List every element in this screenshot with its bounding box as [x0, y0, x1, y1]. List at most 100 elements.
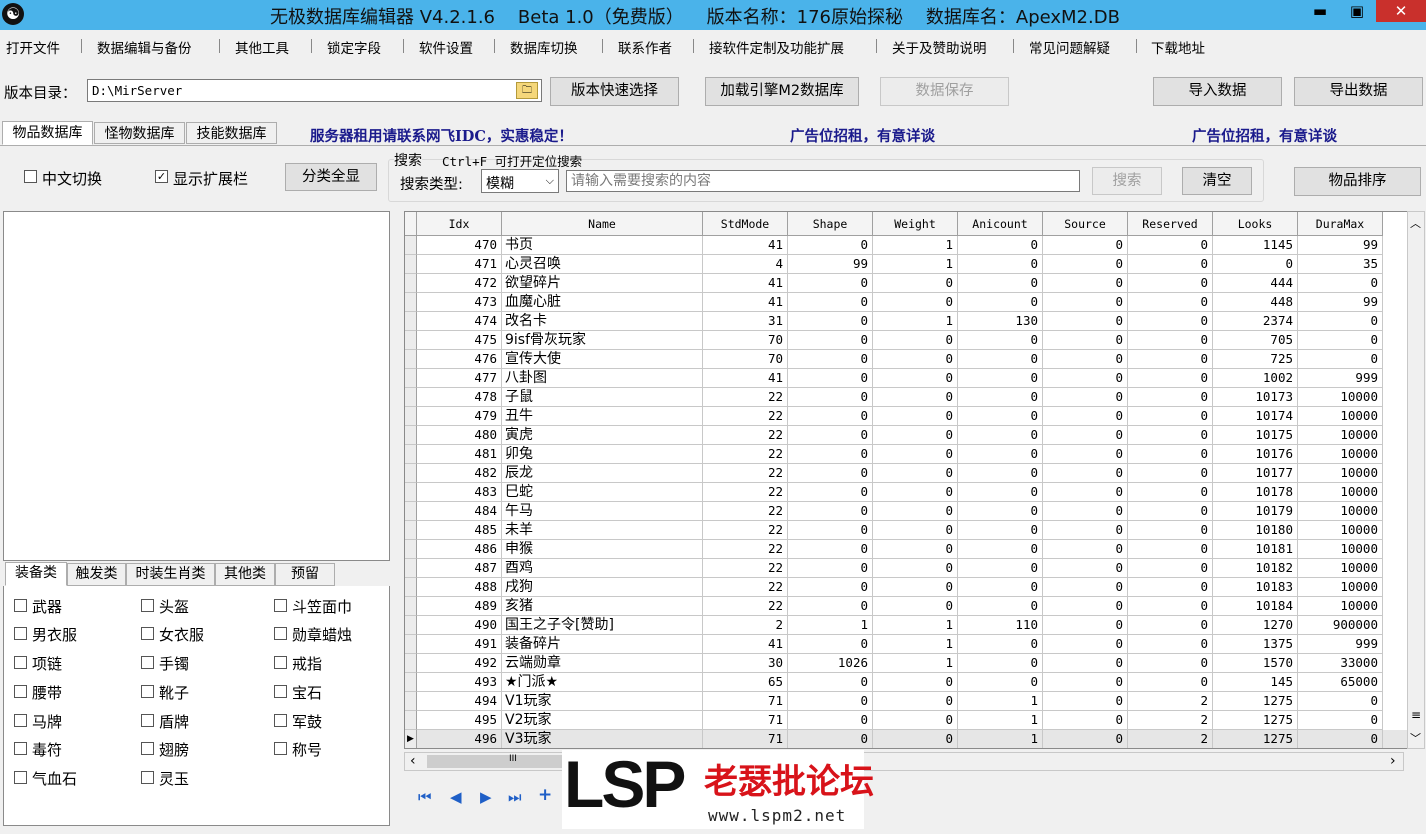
cell-shape[interactable]: 0	[788, 540, 873, 559]
menu-contact[interactable]: 联系作者	[618, 37, 672, 57]
cell-name[interactable]: 改名卡	[502, 312, 703, 331]
category-tree[interactable]	[3, 211, 390, 561]
cell-weight[interactable]: 0	[873, 692, 958, 711]
search-input[interactable]: 请输入需要搜索的内容	[566, 170, 1080, 192]
cell-idx[interactable]: 492	[417, 654, 502, 673]
cell-weight[interactable]: 0	[873, 578, 958, 597]
cell-stdmode[interactable]: 2	[703, 616, 788, 635]
cell-anicount[interactable]: 0	[958, 521, 1043, 540]
cell-reserved[interactable]: 0	[1128, 635, 1213, 654]
cell-duramax[interactable]: 0	[1298, 692, 1383, 711]
category-checkbox[interactable]	[14, 656, 27, 669]
cell-idx[interactable]: 471	[417, 255, 502, 274]
cell-looks[interactable]: 1570	[1213, 654, 1298, 673]
clear-button[interactable]: 清空	[1182, 167, 1252, 195]
cell-looks[interactable]: 1002	[1213, 369, 1298, 388]
category-checkbox[interactable]	[141, 742, 154, 755]
table-row[interactable]: 484 午马 22 0 0 0 0 0 10179 10000	[405, 502, 1408, 521]
cell-looks[interactable]: 10173	[1213, 388, 1298, 407]
cell-stdmode[interactable]: 22	[703, 502, 788, 521]
row-indicator[interactable]	[405, 692, 417, 711]
table-row[interactable]: 481 卯兔 22 0 0 0 0 0 10176 10000	[405, 445, 1408, 464]
cell-anicount[interactable]: 0	[958, 369, 1043, 388]
cell-reserved[interactable]: 0	[1128, 578, 1213, 597]
cell-looks[interactable]: 448	[1213, 293, 1298, 312]
cell-looks[interactable]: 10181	[1213, 540, 1298, 559]
cell-name[interactable]: 装备碎片	[502, 635, 703, 654]
cell-source[interactable]: 0	[1043, 312, 1128, 331]
cell-anicount[interactable]: 110	[958, 616, 1043, 635]
cell-looks[interactable]: 1270	[1213, 616, 1298, 635]
cell-anicount[interactable]: 0	[958, 540, 1043, 559]
cell-source[interactable]: 0	[1043, 445, 1128, 464]
cell-name[interactable]: 血魔心脏	[502, 293, 703, 312]
row-indicator[interactable]	[405, 483, 417, 502]
row-indicator[interactable]	[405, 521, 417, 540]
cell-weight[interactable]: 0	[873, 559, 958, 578]
cell-weight[interactable]: 0	[873, 673, 958, 692]
yin-yang-icon[interactable]: ☯	[2, 3, 24, 25]
cell-anicount[interactable]: 0	[958, 236, 1043, 255]
cell-looks[interactable]: 1275	[1213, 711, 1298, 730]
row-indicator[interactable]	[405, 635, 417, 654]
row-indicator[interactable]	[405, 559, 417, 578]
column-header-source[interactable]: Source	[1043, 212, 1128, 236]
show-ext-checkbox[interactable]: ✓	[155, 170, 168, 183]
cell-weight[interactable]: 0	[873, 426, 958, 445]
cell-looks[interactable]: 0	[1213, 255, 1298, 274]
cell-anicount[interactable]: 0	[958, 578, 1043, 597]
cell-looks[interactable]: 10184	[1213, 597, 1298, 616]
row-indicator[interactable]	[405, 445, 417, 464]
row-indicator[interactable]	[405, 407, 417, 426]
cell-idx[interactable]: 490	[417, 616, 502, 635]
cat-tab-trigger[interactable]: 触发类	[67, 563, 126, 586]
cell-weight[interactable]: 0	[873, 388, 958, 407]
cell-reserved[interactable]: 0	[1128, 521, 1213, 540]
cell-reserved[interactable]: 0	[1128, 597, 1213, 616]
cell-reserved[interactable]: 0	[1128, 673, 1213, 692]
cell-shape[interactable]: 0	[788, 369, 873, 388]
table-row[interactable]: 477 八卦图 41 0 0 0 0 0 1002 999	[405, 369, 1408, 388]
cell-weight[interactable]: 0	[873, 369, 958, 388]
cell-idx[interactable]: 485	[417, 521, 502, 540]
menu-open-file[interactable]: 打开文件	[6, 37, 60, 57]
cell-name[interactable]: 申猴	[502, 540, 703, 559]
cell-duramax[interactable]: 0	[1298, 331, 1383, 350]
category-checkbox[interactable]	[14, 714, 27, 727]
cell-reserved[interactable]: 0	[1128, 293, 1213, 312]
category-checkbox[interactable]	[141, 771, 154, 784]
table-row[interactable]: 479 丑牛 22 0 0 0 0 0 10174 10000	[405, 407, 1408, 426]
cell-anicount[interactable]: 0	[958, 274, 1043, 293]
table-row[interactable]: 488 戌狗 22 0 0 0 0 0 10183 10000	[405, 578, 1408, 597]
row-indicator[interactable]	[405, 350, 417, 369]
cell-duramax[interactable]: 0	[1298, 312, 1383, 331]
cell-shape[interactable]: 0	[788, 635, 873, 654]
cell-weight[interactable]: 1	[873, 616, 958, 635]
cell-name[interactable]: 八卦图	[502, 369, 703, 388]
ad-banner-slot-2[interactable]: 广告位招租，有意详谈	[1192, 125, 1337, 146]
row-indicator[interactable]	[405, 312, 417, 331]
cell-anicount[interactable]: 0	[958, 293, 1043, 312]
cell-name[interactable]: V2玩家	[502, 711, 703, 730]
folder-icon[interactable]: 🗀	[516, 82, 538, 99]
cell-duramax[interactable]: 10000	[1298, 540, 1383, 559]
cell-looks[interactable]: 10182	[1213, 559, 1298, 578]
scroll-down-icon[interactable]: ﹀	[1410, 730, 1421, 746]
cell-reserved[interactable]: 0	[1128, 369, 1213, 388]
cell-name[interactable]: 未羊	[502, 521, 703, 540]
cell-duramax[interactable]: 35	[1298, 255, 1383, 274]
current-row-indicator[interactable]: ▶	[405, 730, 417, 748]
cell-anicount[interactable]: 130	[958, 312, 1043, 331]
category-checkbox[interactable]	[274, 599, 287, 612]
cell-duramax[interactable]: 33000	[1298, 654, 1383, 673]
cell-duramax[interactable]: 999	[1298, 635, 1383, 654]
cell-stdmode[interactable]: 71	[703, 711, 788, 730]
cell-shape[interactable]: 0	[788, 578, 873, 597]
cell-stdmode[interactable]: 30	[703, 654, 788, 673]
cell-anicount[interactable]: 0	[958, 255, 1043, 274]
column-header-reserved[interactable]: Reserved	[1128, 212, 1213, 236]
cell-reserved[interactable]: 0	[1128, 540, 1213, 559]
category-checkbox[interactable]	[141, 656, 154, 669]
cell-shape[interactable]: 0	[788, 312, 873, 331]
cell-reserved[interactable]: 0	[1128, 331, 1213, 350]
